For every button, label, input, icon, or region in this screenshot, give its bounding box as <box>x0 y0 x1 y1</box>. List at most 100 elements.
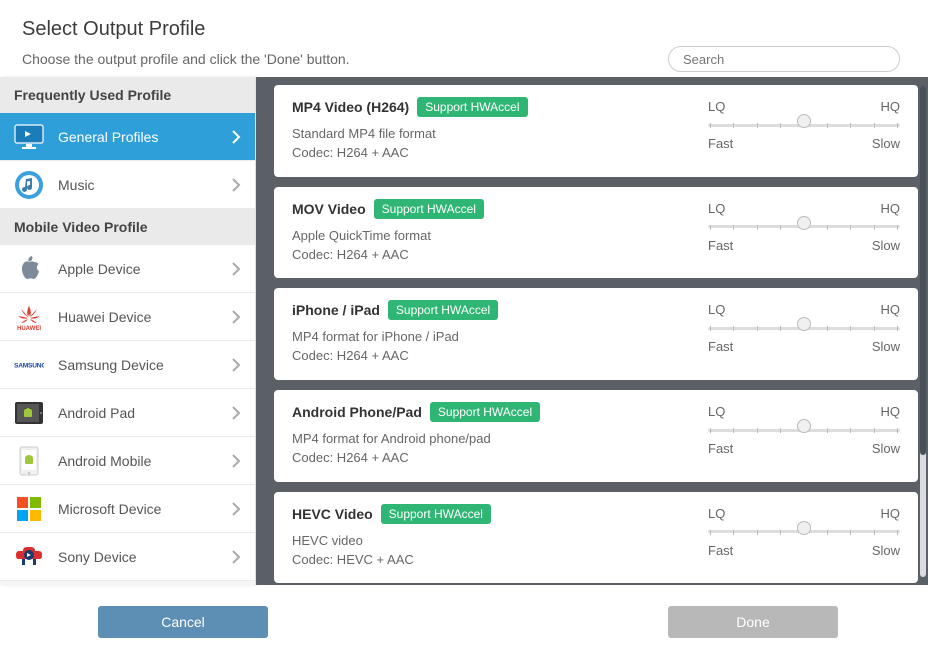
hq-label: HQ <box>881 506 901 521</box>
android-mobile-icon <box>14 446 44 476</box>
profile-description: MP4 format for Android phone/pad <box>292 430 708 449</box>
chevron-right-icon <box>231 357 241 373</box>
slider-handle[interactable] <box>797 521 811 535</box>
chevron-right-icon <box>231 129 241 145</box>
chevron-right-icon <box>231 405 241 421</box>
section-header-mobile: Mobile Video Profile <box>0 209 255 245</box>
sony-icon <box>14 542 44 572</box>
search-input[interactable] <box>668 46 900 72</box>
sidebar-item-label: Huawei Device <box>58 309 231 325</box>
sidebar-item-label: Android Mobile <box>58 453 231 469</box>
chevron-right-icon <box>231 501 241 517</box>
section-header-frequent: Frequently Used Profile <box>0 77 255 113</box>
hq-label: HQ <box>881 201 901 216</box>
sidebar-item-music[interactable]: Music <box>0 161 255 209</box>
lq-label: LQ <box>708 506 725 521</box>
lq-label: LQ <box>708 99 725 114</box>
profile-card[interactable]: iPhone / iPad Support HWAccel MP4 format… <box>274 288 918 380</box>
done-button[interactable]: Done <box>668 606 838 638</box>
sidebar-item-general-profiles[interactable]: General Profiles <box>0 113 255 161</box>
chevron-right-icon <box>231 261 241 277</box>
page-title: Select Output Profile <box>22 18 906 41</box>
fast-label: Fast <box>708 339 733 354</box>
slow-label: Slow <box>872 543 900 558</box>
profile-info: Android Phone/Pad Support HWAccel MP4 fo… <box>292 402 708 468</box>
slow-label: Slow <box>872 136 900 151</box>
profile-title: MP4 Video (H264) <box>292 99 409 115</box>
profile-description: HEVC video <box>292 532 708 551</box>
hq-label: HQ <box>881 404 901 419</box>
quality-slider[interactable]: LQ HQ Fast Slow <box>708 199 900 265</box>
profile-description: Apple QuickTime format <box>292 227 708 246</box>
footer: Cancel Done <box>0 585 928 659</box>
profile-card[interactable]: MP4 Video (H264) Support HWAccel Standar… <box>274 85 918 177</box>
sidebar-item-label: Microsoft Device <box>58 501 231 517</box>
chevron-right-icon <box>231 177 241 193</box>
slider-handle[interactable] <box>797 317 811 331</box>
chevron-right-icon <box>231 453 241 469</box>
quality-slider[interactable]: LQ HQ Fast Slow <box>708 97 900 163</box>
lq-label: LQ <box>708 302 725 317</box>
slow-label: Slow <box>872 238 900 253</box>
sidebar-item-sony-device[interactable]: Sony Device <box>0 533 255 581</box>
fast-label: Fast <box>708 136 733 151</box>
hwaccel-badge: Support HWAccel <box>388 300 498 320</box>
profile-codec: Codec: H264 + AAC <box>292 246 708 265</box>
apple-icon <box>14 254 44 284</box>
sidebar-item-label: General Profiles <box>58 129 231 145</box>
hwaccel-badge: Support HWAccel <box>430 402 540 422</box>
sidebar-item-label: Music <box>58 177 231 193</box>
profile-title: iPhone / iPad <box>292 302 380 318</box>
slider-handle[interactable] <box>797 419 811 433</box>
fast-label: Fast <box>708 543 733 558</box>
sidebar-item-label: Android Pad <box>58 405 231 421</box>
profile-info: HEVC Video Support HWAccel HEVC video Co… <box>292 504 708 570</box>
sidebar-item-label: Sony Device <box>58 549 231 565</box>
monitor-icon <box>14 122 44 152</box>
slow-label: Slow <box>872 441 900 456</box>
sidebar: Frequently Used Profile General Profiles… <box>0 77 256 585</box>
cancel-button[interactable]: Cancel <box>98 606 268 638</box>
svg-text:HUAWEI: HUAWEI <box>17 326 41 332</box>
scrollbar-thumb[interactable] <box>920 85 926 455</box>
profile-description: Standard MP4 file format <box>292 125 708 144</box>
lq-label: LQ <box>708 404 725 419</box>
quality-slider[interactable]: LQ HQ Fast Slow <box>708 504 900 570</box>
lq-label: LQ <box>708 201 725 216</box>
hq-label: HQ <box>881 99 901 114</box>
slider-handle[interactable] <box>797 114 811 128</box>
profile-card[interactable]: MOV Video Support HWAccel Apple QuickTim… <box>274 187 918 279</box>
sidebar-item-android-pad[interactable]: Android Pad <box>0 389 255 437</box>
sidebar-item-samsung-device[interactable]: SAMSUNG Samsung Device <box>0 341 255 389</box>
slow-label: Slow <box>872 339 900 354</box>
profile-card[interactable]: Android Phone/Pad Support HWAccel MP4 fo… <box>274 390 918 482</box>
quality-slider[interactable]: LQ HQ Fast Slow <box>708 402 900 468</box>
fast-label: Fast <box>708 238 733 253</box>
slider-handle[interactable] <box>797 216 811 230</box>
profile-codec: Codec: H264 + AAC <box>292 449 708 468</box>
hq-label: HQ <box>881 302 901 317</box>
sidebar-item-android-mobile[interactable]: Android Mobile <box>0 437 255 485</box>
profile-title: MOV Video <box>292 201 366 217</box>
microsoft-icon <box>14 494 44 524</box>
profile-codec: Codec: H264 + AAC <box>292 347 708 366</box>
profile-title: HEVC Video <box>292 506 373 522</box>
profile-info: MOV Video Support HWAccel Apple QuickTim… <box>292 199 708 265</box>
samsung-icon: SAMSUNG <box>14 350 44 380</box>
sidebar-item-label: Apple Device <box>58 261 231 277</box>
fast-label: Fast <box>708 441 733 456</box>
hwaccel-badge: Support HWAccel <box>417 97 527 117</box>
content: Frequently Used Profile General Profiles… <box>0 77 928 585</box>
quality-slider[interactable]: LQ HQ Fast Slow <box>708 300 900 366</box>
sidebar-item-apple-device[interactable]: Apple Device <box>0 245 255 293</box>
profile-info: iPhone / iPad Support HWAccel MP4 format… <box>292 300 708 366</box>
chevron-right-icon <box>231 309 241 325</box>
profile-card[interactable]: HEVC Video Support HWAccel HEVC video Co… <box>274 492 918 584</box>
sidebar-item-microsoft-device[interactable]: Microsoft Device <box>0 485 255 533</box>
profile-title: Android Phone/Pad <box>292 404 422 420</box>
hwaccel-badge: Support HWAccel <box>374 199 484 219</box>
sidebar-item-huawei-device[interactable]: HUAWEI Huawei Device <box>0 293 255 341</box>
chevron-right-icon <box>231 549 241 565</box>
profile-codec: Codec: HEVC + AAC <box>292 551 708 570</box>
profile-list: MP4 Video (H264) Support HWAccel Standar… <box>256 77 928 585</box>
